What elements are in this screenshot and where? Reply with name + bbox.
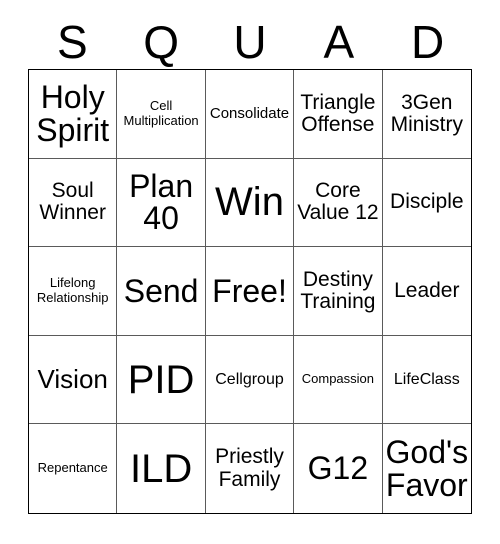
- bingo-cell-r2c1[interactable]: Soul Winner: [29, 158, 118, 248]
- bingo-cell-label: Plan 40: [129, 167, 194, 237]
- bingo-cell-label: Core Value 12: [297, 179, 379, 225]
- bingo-cell-r3c1[interactable]: Lifelong Relationship: [29, 247, 118, 336]
- bingo-cell-label: Consolidate: [209, 104, 290, 122]
- bingo-cell-label: Win: [215, 180, 284, 225]
- bingo-cell-r3c5[interactable]: Leader: [382, 247, 471, 336]
- bingo-cell-label: Priestly Family: [215, 445, 284, 491]
- bingo-cell-label: PID: [127, 357, 195, 402]
- bingo-cell-label: Repentance: [37, 460, 108, 476]
- bingo-cell-label: God's Favor: [385, 434, 469, 503]
- bingo-header-letter-3: U: [233, 15, 267, 68]
- bingo-grid: Holy Spirit Cell Multiplication Consolidat…: [28, 69, 472, 514]
- bingo-card: S QU A D Holy Spirit Cell Multiplication Cons…: [0, 0, 500, 544]
- bingo-cell-r3c2[interactable]: Send: [117, 247, 206, 336]
- bingo-cell-label: 3Gen Ministry: [390, 90, 463, 136]
- bingo-header-letter-4: A: [323, 15, 355, 68]
- bingo-cell-r1c5[interactable]: 3Gen Ministry: [382, 70, 471, 159]
- bingo-cell-r3c3[interactable]: Free!: [205, 247, 295, 336]
- bingo-cell-r1c2[interactable]: Cell Multiplication: [117, 70, 206, 159]
- bingo-header-letter-2: Q: [143, 15, 180, 68]
- bingo-cell-r4c2[interactable]: PID: [117, 335, 206, 425]
- bingo-cell-label: Leader: [394, 278, 460, 302]
- bingo-cell-r4c3[interactable]: Cellgroup: [205, 335, 295, 425]
- bingo-cell-r4c5[interactable]: LifeClass: [382, 335, 471, 425]
- bingo-header-row: S QU A D: [28, 14, 472, 69]
- bingo-cell-r2c5[interactable]: Disciple: [382, 158, 471, 248]
- bingo-header-letter-5: D: [410, 15, 445, 68]
- bingo-cell-r4c1[interactable]: Vision: [29, 335, 118, 425]
- bingo-cell-label: Soul Winner: [39, 179, 106, 225]
- bingo-cell-r1c3[interactable]: Consolidate: [205, 70, 295, 159]
- bingo-cell-label: Send: [123, 272, 199, 309]
- bingo-cell-label: Vision: [37, 364, 108, 395]
- bingo-cell-r5c4[interactable]: G12: [294, 424, 383, 513]
- bingo-cell-r2c4[interactable]: Core Value 12: [294, 158, 383, 248]
- bingo-cell-r5c3[interactable]: Priestly Family: [205, 424, 295, 513]
- bingo-cell-label: Cell Multiplication: [123, 97, 199, 128]
- bingo-cell-label: Cellgroup: [215, 370, 284, 388]
- bingo-cell-r4c4[interactable]: Compassion: [294, 335, 383, 425]
- bingo-cell-r5c1[interactable]: Repentance: [29, 424, 118, 513]
- bingo-cell-r1c1[interactable]: Holy Spirit: [29, 70, 118, 159]
- bingo-cell-label: Destiny Training: [300, 267, 376, 313]
- bingo-cell-label: G12: [307, 450, 369, 487]
- bingo-cell-label: Compassion: [301, 371, 375, 387]
- bingo-cell-label: Triangle Offense: [300, 90, 376, 136]
- bingo-cell-r5c2[interactable]: ILD: [117, 424, 206, 513]
- bingo-cell-r3c4[interactable]: Destiny Training: [294, 247, 383, 336]
- bingo-cell-label: Holy Spirit: [36, 79, 110, 148]
- bingo-header-letter-1: S: [57, 15, 88, 68]
- bingo-cell-r5c5[interactable]: God's Favor: [382, 424, 471, 513]
- bingo-cell-label: Lifelong Relationship: [36, 275, 109, 305]
- bingo-cell-r1c4[interactable]: Triangle Offense: [294, 70, 383, 159]
- bingo-cell-label: Disciple: [390, 190, 464, 214]
- bingo-cell-label: ILD: [129, 446, 193, 491]
- bingo-cell-label: LifeClass: [393, 370, 460, 388]
- bingo-cell-label: Free!: [212, 272, 287, 309]
- bingo-cell-r2c2[interactable]: Plan 40: [117, 158, 206, 248]
- bingo-cell-r2c3[interactable]: Win: [205, 158, 295, 248]
